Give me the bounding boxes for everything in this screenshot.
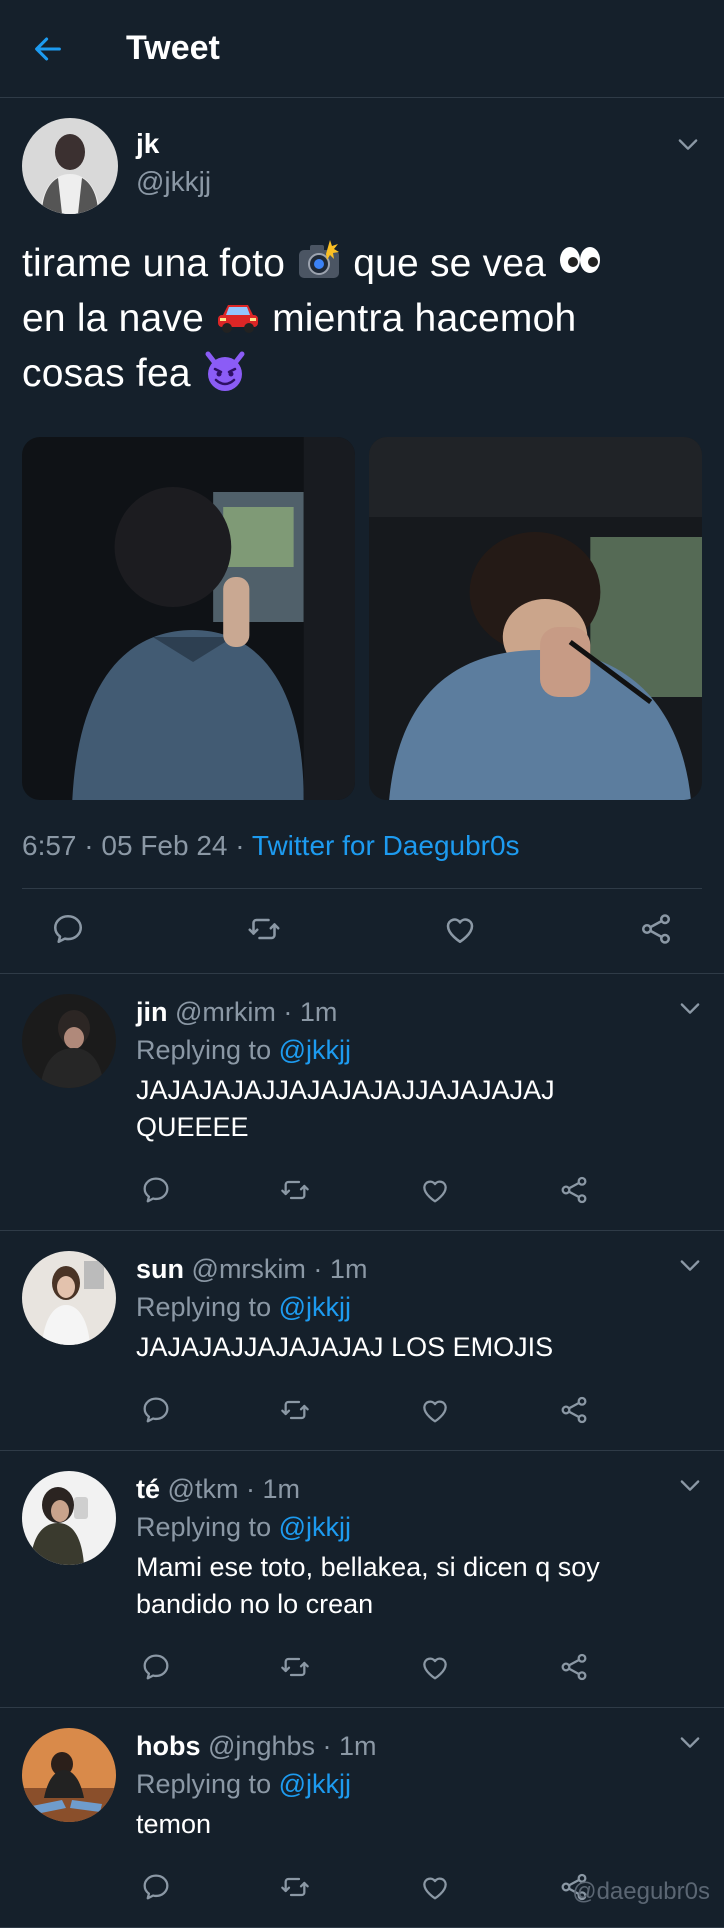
reply-author-handle[interactable]: @mrkim xyxy=(175,997,276,1027)
reply-author-handle[interactable]: @tkm xyxy=(168,1474,239,1504)
mention-link[interactable]: @jkkjj xyxy=(279,1035,351,1065)
smiling-devil-emoji xyxy=(202,348,248,392)
reply-icon[interactable] xyxy=(48,909,88,949)
reply-icon[interactable] xyxy=(136,1867,176,1907)
retweet-icon[interactable] xyxy=(244,909,284,949)
reply-time: 1m xyxy=(339,1731,377,1761)
reply-actions xyxy=(136,1867,594,1927)
share-icon[interactable] xyxy=(554,1390,594,1430)
tweet-author: jk @jkkjj xyxy=(22,118,702,214)
author-handle[interactable]: @jkkjj xyxy=(136,162,211,202)
reply-actions xyxy=(136,1170,594,1230)
tweet-actions xyxy=(0,889,724,974)
reply-author-handle[interactable]: @mrskim xyxy=(192,1254,306,1284)
mention-link[interactable]: @jkkjj xyxy=(279,1512,351,1542)
reply-tweet[interactable]: té @tkm · 1m Replying to @jkkjj Mami ese… xyxy=(0,1451,724,1708)
tweet-text-part: que se vea xyxy=(353,242,547,285)
chevron-down-icon[interactable] xyxy=(674,130,702,158)
car-emoji xyxy=(215,293,261,337)
chevron-down-icon[interactable] xyxy=(676,1471,704,1499)
like-icon[interactable] xyxy=(415,1647,455,1687)
camera-flash-emoji xyxy=(296,238,342,282)
mention-link[interactable]: @jkkjj xyxy=(279,1769,351,1799)
retweet-icon[interactable] xyxy=(275,1390,315,1430)
eyes-emoji xyxy=(557,238,603,282)
reply-actions xyxy=(136,1390,594,1450)
reply-text: JAJAJAJJAJAJAJAJ LOS EMOJIS xyxy=(136,1332,554,1362)
reply-author-handle[interactable]: @jnghbs xyxy=(208,1731,315,1761)
reply-author-name[interactable]: sun xyxy=(136,1254,184,1284)
retweet-icon[interactable] xyxy=(275,1170,315,1210)
like-icon[interactable] xyxy=(440,909,480,949)
like-icon[interactable] xyxy=(415,1390,455,1430)
reply-text: Mami ese toto, bellakea, si dicen q soy … xyxy=(136,1552,600,1619)
reply-time: 1m xyxy=(299,997,338,1027)
replying-label: Replying to xyxy=(136,1035,272,1065)
retweet-icon[interactable] xyxy=(275,1647,315,1687)
reply-time: 1m xyxy=(329,1254,368,1284)
reply-actions xyxy=(136,1647,594,1707)
main-tweet: jk @jkkjj tirame una foto que se vea en … xyxy=(0,98,724,974)
tweet-media xyxy=(22,437,702,800)
tweet-text: tirame una foto que se vea en la nave mi… xyxy=(22,236,702,401)
retweet-icon[interactable] xyxy=(275,1867,315,1907)
chevron-down-icon[interactable] xyxy=(676,1728,704,1756)
tweet-photo[interactable] xyxy=(22,437,355,800)
reply-author-name[interactable]: té xyxy=(136,1474,160,1504)
replying-label: Replying to xyxy=(136,1512,272,1542)
author-name[interactable]: jk xyxy=(136,126,211,162)
reply-tweet[interactable]: jin @mrkim · 1m Replying to @jkkjj JAJAJ… xyxy=(0,974,724,1231)
reply-text: JAJAJAJAJJAJAJAJAJJAJAJAJAJ QUEEEE xyxy=(136,1075,555,1142)
tweet-text-part: tirame una foto xyxy=(22,242,286,285)
back-arrow-icon[interactable] xyxy=(18,19,78,79)
tweet-meta: 6:57 · 05 Feb 24 · Twitter for Daegubr0s xyxy=(22,830,702,889)
avatar[interactable] xyxy=(22,118,118,214)
avatar[interactable] xyxy=(22,1471,116,1565)
replying-label: Replying to xyxy=(136,1292,272,1322)
reply-author-name[interactable]: hobs xyxy=(136,1731,201,1761)
reply-author-name[interactable]: jin xyxy=(136,997,168,1027)
page-title: Tweet xyxy=(126,29,220,67)
reply-tweet[interactable]: sun @mrskim · 1m Replying to @jkkjj JAJA… xyxy=(0,1231,724,1451)
tweet-text-part: en la nave xyxy=(22,297,204,340)
reply-icon[interactable] xyxy=(136,1390,176,1430)
like-icon[interactable] xyxy=(415,1867,455,1907)
share-icon[interactable] xyxy=(554,1170,594,1210)
reply-icon[interactable] xyxy=(136,1647,176,1687)
top-bar: Tweet xyxy=(0,0,724,98)
tweet-time: 6:57 xyxy=(22,830,77,861)
chevron-down-icon[interactable] xyxy=(676,994,704,1022)
like-icon[interactable] xyxy=(415,1170,455,1210)
watermark: @daegubr0s xyxy=(572,1878,710,1905)
tweet-photo[interactable] xyxy=(369,437,702,800)
tweet-text-part: mientra hacemoh xyxy=(272,297,577,340)
avatar[interactable] xyxy=(22,1728,116,1822)
avatar[interactable] xyxy=(22,1251,116,1345)
reply-text: temon xyxy=(136,1809,212,1839)
tweet-text-part: cosas fea xyxy=(22,352,191,395)
share-icon[interactable] xyxy=(636,909,676,949)
reply-time: 1m xyxy=(262,1474,300,1504)
replying-label: Replying to xyxy=(136,1769,272,1799)
tweet-date: 05 Feb 24 xyxy=(101,830,228,861)
chevron-down-icon[interactable] xyxy=(676,1251,704,1279)
reply-icon[interactable] xyxy=(136,1170,176,1210)
tweet-source[interactable]: Twitter for Daegubr0s xyxy=(252,830,520,861)
avatar[interactable] xyxy=(22,994,116,1088)
share-icon[interactable] xyxy=(554,1647,594,1687)
mention-link[interactable]: @jkkjj xyxy=(279,1292,351,1322)
